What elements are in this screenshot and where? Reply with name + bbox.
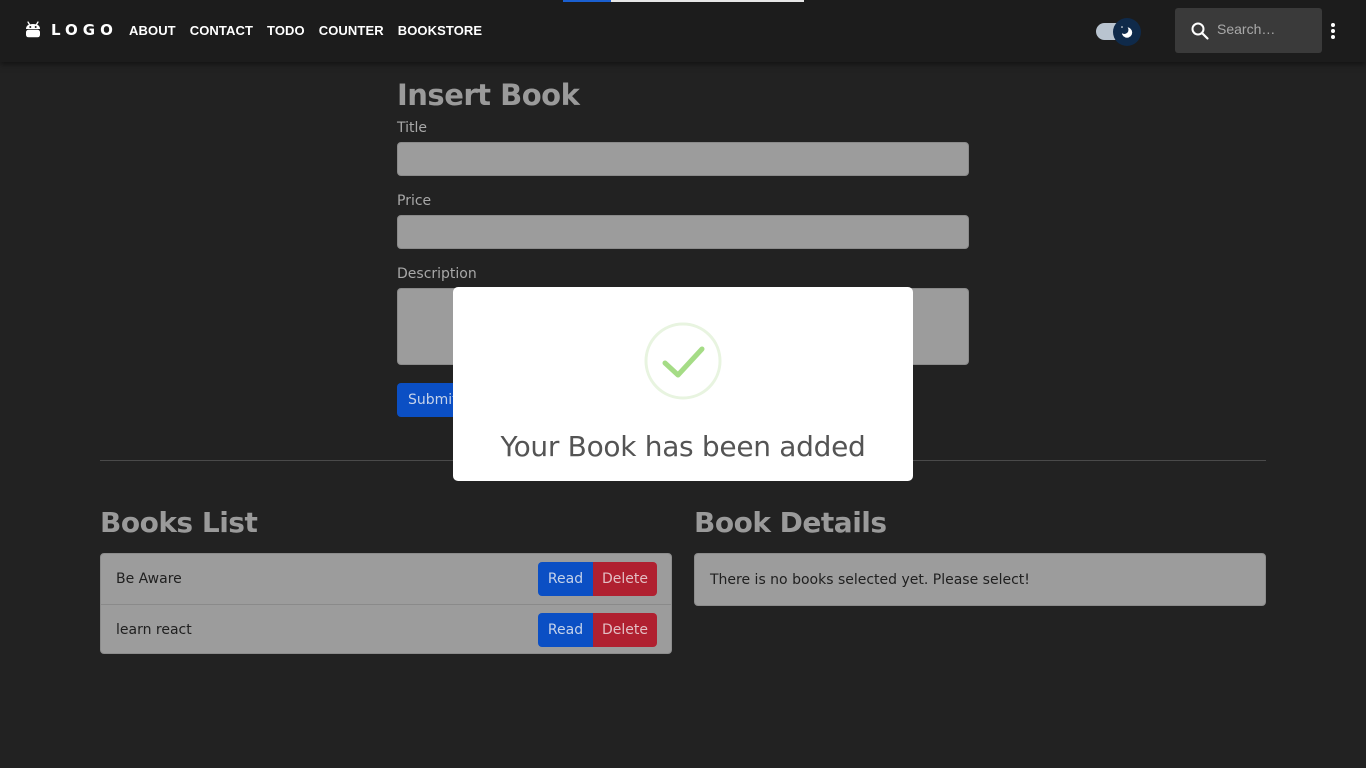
top-progress-bar bbox=[563, 0, 804, 2]
book-name: Be Aware bbox=[116, 571, 182, 587]
nav-link-about[interactable]: ABOUT bbox=[129, 23, 176, 38]
list-item: learn react Read Delete bbox=[101, 604, 671, 653]
books-list-title: Books List bbox=[100, 506, 258, 539]
price-label: Price bbox=[397, 193, 432, 209]
modal-message: Your Book has been added bbox=[500, 430, 866, 463]
theme-toggle-knob bbox=[1113, 18, 1141, 46]
list-item: Be Aware Read Delete bbox=[101, 554, 671, 604]
theme-toggle[interactable] bbox=[1096, 18, 1142, 46]
nav-links: ABOUT CONTACT TODO COUNTER BOOKSTORE bbox=[129, 23, 496, 38]
delete-button[interactable]: Delete bbox=[593, 613, 657, 647]
success-check-icon bbox=[644, 322, 722, 400]
top-progress-fill bbox=[563, 0, 612, 2]
search-icon bbox=[1191, 22, 1209, 40]
moon-icon bbox=[1120, 25, 1133, 38]
book-details-panel: There is no books selected yet. Please s… bbox=[694, 553, 1266, 606]
read-button[interactable]: Read bbox=[538, 613, 593, 647]
brand-text: LOGO bbox=[51, 21, 118, 39]
nav-link-bookstore[interactable]: BOOKSTORE bbox=[398, 23, 482, 38]
nav-link-contact[interactable]: CONTACT bbox=[190, 23, 253, 38]
book-details-empty-text: There is no books selected yet. Please s… bbox=[710, 572, 1030, 588]
brand[interactable]: LOGO bbox=[24, 20, 118, 40]
nav-link-todo[interactable]: TODO bbox=[267, 23, 305, 38]
title-label: Title bbox=[397, 120, 428, 136]
book-name: learn react bbox=[116, 621, 192, 638]
nav-link-counter[interactable]: COUNTER bbox=[319, 23, 384, 38]
search-box bbox=[1175, 8, 1322, 53]
more-vert-icon[interactable] bbox=[1329, 22, 1337, 40]
navbar: LOGO ABOUT CONTACT TODO COUNTER BOOKSTOR… bbox=[0, 0, 1366, 62]
price-input[interactable] bbox=[397, 215, 969, 249]
search-input[interactable] bbox=[1217, 17, 1317, 41]
read-button[interactable]: Read bbox=[538, 562, 593, 596]
book-actions: Read Delete bbox=[538, 613, 657, 647]
android-logo-icon bbox=[26, 21, 40, 38]
book-details-title: Book Details bbox=[694, 506, 887, 539]
description-label: Description bbox=[397, 266, 477, 282]
book-actions: Read Delete bbox=[538, 562, 657, 596]
title-input[interactable] bbox=[397, 142, 969, 176]
success-modal: Your Book has been added bbox=[453, 287, 913, 481]
insert-book-title: Insert Book bbox=[397, 78, 580, 112]
delete-button[interactable]: Delete bbox=[593, 562, 657, 596]
books-list: Be Aware Read Delete learn react Read De… bbox=[100, 553, 672, 654]
